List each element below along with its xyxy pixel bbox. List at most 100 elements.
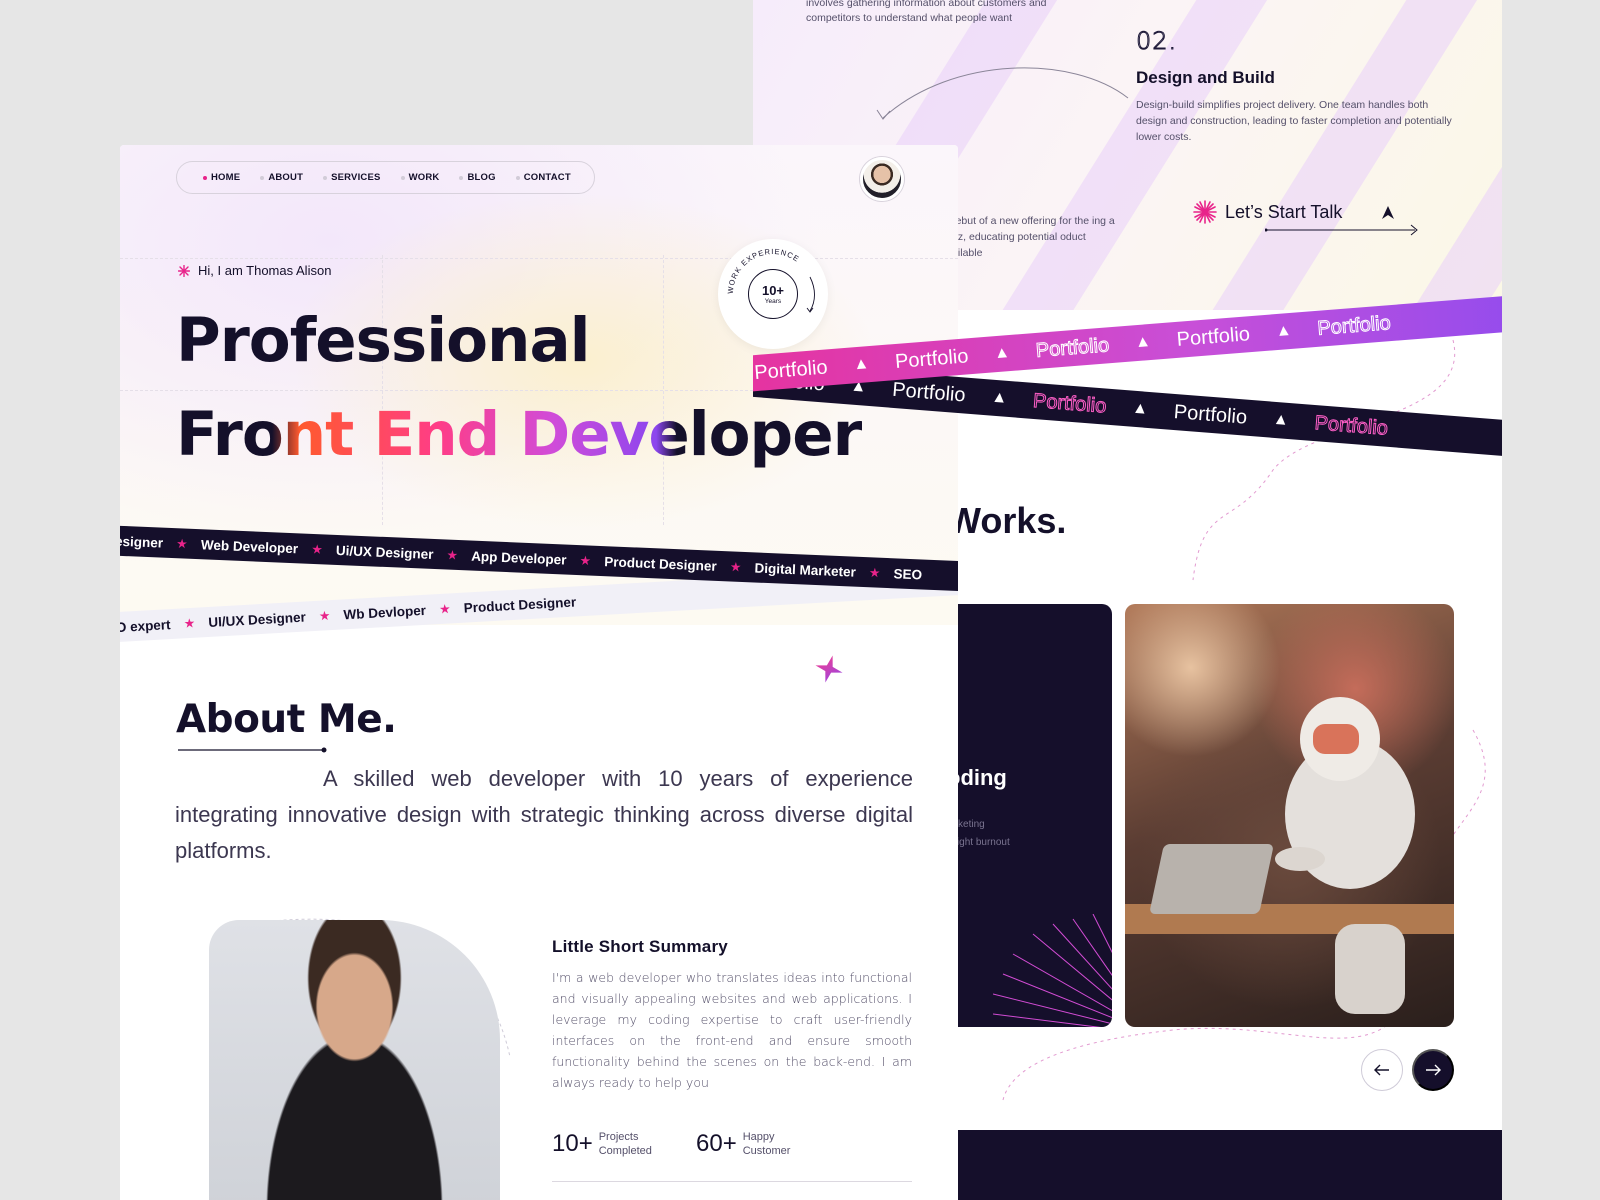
hero-title-line-2: Front End Developer — [176, 399, 863, 470]
arrow-up-icon: ▲ — [1272, 410, 1290, 429]
step-number: 02. — [1135, 27, 1178, 56]
main-nav: HOME ABOUT SERVICES WORK BLOG CONTACT — [176, 161, 595, 194]
nav-home[interactable]: HOME — [203, 172, 240, 183]
arrow-left-icon — [1374, 1064, 1389, 1076]
nav-work[interactable]: WORK — [400, 172, 440, 183]
star-icon: ★ — [319, 609, 330, 623]
ribbon-word: Portfolio — [1175, 322, 1251, 351]
nav-dot-icon — [260, 175, 265, 180]
heading-underline — [178, 747, 327, 753]
skill-tag: Wb Devloper — [343, 602, 427, 622]
skill-tag: Web Developer — [200, 536, 299, 556]
badge-value: 10+ — [761, 282, 785, 298]
arrow-right-icon — [1265, 224, 1418, 236]
arrow-up-icon: ▲ — [852, 355, 870, 374]
avatar[interactable] — [860, 157, 904, 201]
arrow-up-icon: ▲ — [990, 388, 1008, 407]
grid-line — [120, 258, 958, 259]
about-paragraph: A skilled web developer with 10 years of… — [175, 766, 913, 863]
step-title: Design and Build — [1136, 68, 1275, 87]
star-icon: ★ — [447, 549, 458, 562]
nav-label: SERVICES — [331, 172, 381, 183]
ribbon-word: Portfolio — [1313, 411, 1389, 440]
step-3-description: g debut of a new offering for the ing a … — [941, 215, 1115, 259]
skill-tag: UI/UX Designer — [207, 609, 307, 630]
nav-dot-icon — [400, 175, 405, 180]
skill-tag: Product Designer — [604, 553, 718, 574]
star-icon: ★ — [439, 602, 451, 616]
burst-icon — [178, 264, 190, 277]
skill-tag: Product Designer — [463, 593, 577, 616]
burst-icon — [1193, 200, 1217, 224]
profile-photo — [209, 920, 500, 1200]
sparkle-icon — [815, 655, 843, 683]
nav-dot-icon — [323, 175, 328, 180]
step-1-description: involves gathering information about cus… — [806, 0, 1047, 24]
greeting-text: Hi, I am Thomas Alison — [198, 263, 332, 278]
about-heading: About Me. — [176, 697, 397, 742]
nav-dot-icon — [203, 175, 207, 180]
arrow-right-icon — [1426, 1064, 1441, 1076]
skill-tag: App Developer — [470, 548, 567, 568]
star-icon: ★ — [176, 537, 188, 551]
step-description: Design-build simplifies project delivery… — [1136, 99, 1452, 143]
portfolio-front-panel: HOME ABOUT SERVICES WORK BLOG CONTACT Hi… — [120, 145, 958, 1200]
star-icon: ★ — [730, 560, 741, 574]
arrow-up-icon: ▲ — [1134, 332, 1152, 352]
badge-core: 10+ Years — [748, 269, 798, 319]
summary-heading: Little Short Summary — [552, 937, 728, 956]
skill-tag: Designer — [120, 532, 164, 551]
stat-value: 60+ — [696, 1130, 737, 1157]
robot-illustration — [1125, 697, 1454, 1014]
stat-projects: 10+ Projects Completed — [552, 1130, 652, 1158]
star-icon: ★ — [184, 617, 195, 630]
skill-tag: EO expert — [120, 616, 171, 636]
stat-label: Projects Completed — [598, 1131, 652, 1157]
arrow-up-icon: ▲ — [1275, 321, 1293, 341]
star-icon: ★ — [869, 566, 880, 580]
nav-dot-icon — [515, 175, 520, 180]
summary-paragraph: I'm a web developer who translates ideas… — [552, 970, 912, 1090]
ribbon-word: Portfolio — [753, 355, 829, 384]
stat-value: 10+ — [552, 1130, 593, 1157]
nav-label: BLOG — [467, 172, 496, 183]
star-icon: ★ — [580, 554, 591, 568]
arrow-up-icon: ▲ — [1131, 399, 1149, 418]
nav-about[interactable]: ABOUT — [260, 172, 303, 183]
nav-blog[interactable]: BLOG — [459, 172, 496, 183]
greeting: Hi, I am Thomas Alison — [178, 263, 331, 278]
badge-unit: Years — [764, 297, 782, 305]
ribbon-word: Portfolio — [1032, 389, 1108, 418]
skill-tag: SEO — [893, 565, 923, 582]
stat-label: Happy Customer — [742, 1131, 791, 1157]
nav-dot-icon — [459, 175, 464, 180]
ribbon-word: Portfolio — [891, 378, 967, 407]
grid-line — [663, 255, 664, 525]
rays-decoration-icon — [993, 914, 1112, 1027]
divider — [552, 1181, 912, 1182]
ribbon-word: Portfolio — [1316, 311, 1392, 340]
work-card-robot-photo[interactable] — [1125, 604, 1454, 1027]
nav-contact[interactable]: CONTACT — [515, 172, 571, 183]
experience-badge: WORK EXPERIENCE 10+ Years — [718, 239, 828, 349]
carousel-prev-button[interactable] — [1361, 1049, 1403, 1091]
nav-label: WORK — [408, 172, 440, 183]
nav-label: ABOUT — [268, 172, 304, 183]
hero-title-line-1: Professional — [176, 305, 591, 376]
nav-label: HOME — [211, 172, 241, 183]
arrow-up-icon: ▲ — [993, 344, 1011, 363]
lets-start-talk-link[interactable]: Let’s Start Talk — [1193, 200, 1342, 224]
skill-tag: Ui/UX Designer — [335, 542, 434, 562]
ribbon-word: Portfolio — [894, 344, 970, 373]
grid-line — [382, 255, 383, 525]
nav-label: CONTACT — [523, 172, 571, 183]
arrow-up-icon — [1382, 206, 1394, 219]
curved-arrow-icon — [876, 67, 1129, 120]
nav-services[interactable]: SERVICES — [323, 172, 380, 183]
cta-label: Let’s Start Talk — [1225, 201, 1343, 222]
works-heading: Works. — [947, 500, 1067, 541]
stat-customers: 60+ Happy Customer — [696, 1130, 790, 1158]
ribbon-word: Portfolio — [1173, 400, 1248, 429]
carousel-next-button[interactable] — [1412, 1049, 1454, 1091]
star-icon: ★ — [311, 543, 323, 556]
